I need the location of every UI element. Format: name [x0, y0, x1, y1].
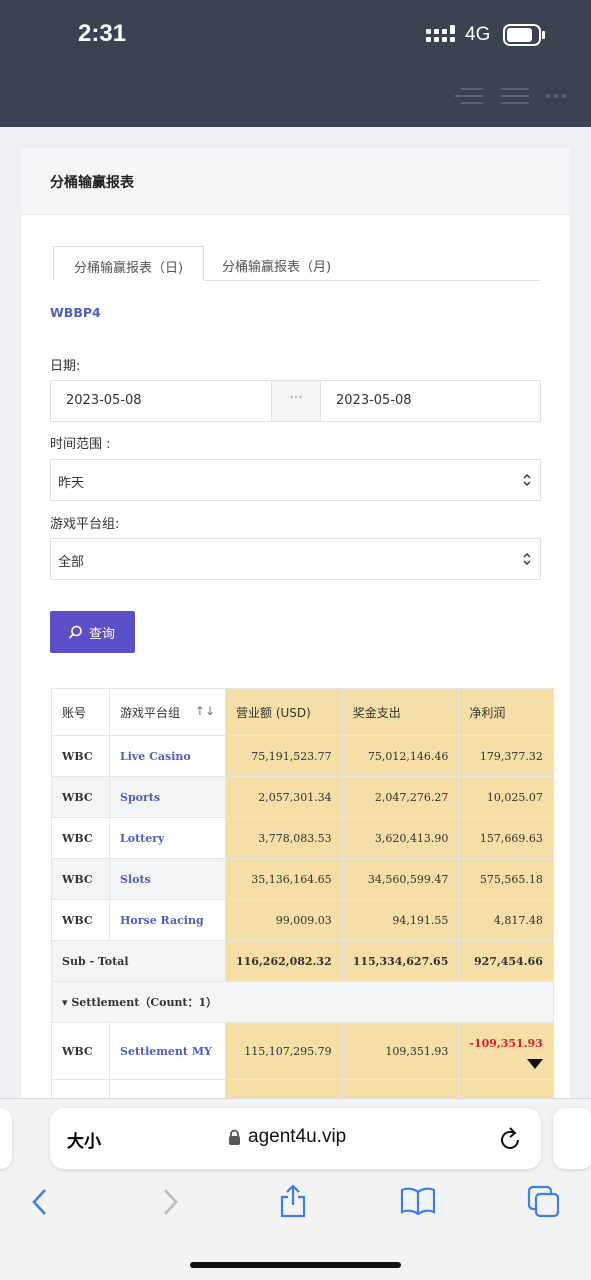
app-header: 2:31 4G [0, 0, 591, 127]
lock-icon [229, 1129, 240, 1145]
next-tab-card[interactable] [553, 1108, 591, 1169]
cell-turnover: 99,009.03 [225, 899, 343, 941]
battery-icon [503, 24, 545, 46]
status-time: 2:31 [78, 20, 127, 47]
query-button[interactable]: 查询 [50, 611, 135, 653]
cell-platform-link[interactable]: Settlement MY [109, 1022, 226, 1080]
menu-icon[interactable] [501, 86, 529, 106]
network-type: 4G [465, 24, 491, 45]
cell-turnover: 115,107,295.79 [225, 1022, 343, 1080]
col-profit: 净利润 [458, 688, 554, 736]
chevron-updown-icon [523, 474, 531, 486]
bookmarks-icon[interactable] [400, 1187, 436, 1215]
cell-profit-value: -109,351.93 [469, 1037, 543, 1050]
forward-icon[interactable] [160, 1187, 180, 1217]
query-button-label: 查询 [89, 627, 116, 642]
cell-payout: 2,047,276.27 [341, 776, 460, 818]
time-range-select[interactable]: 昨天 [50, 459, 541, 501]
table-row: WBC Lottery 3,778,083.53 3,620,413.90 15… [51, 817, 554, 859]
settlement-group-row[interactable]: ▾ Settlement（Count：1） [51, 981, 554, 1023]
subtotal-row: Sub - Total 116,262,082.32 115,334,627.6… [51, 940, 554, 982]
table-row: WBC Horse Racing 99,009.03 94,191.55 4,8… [51, 899, 554, 941]
date-to-input[interactable]: 2023-05-08 [336, 393, 412, 408]
report-table: 账号 游戏平台组 ↑↓ 营业额 (USD) 奖金支出 净利润 WBC Live C… [51, 688, 554, 1121]
address-bar[interactable]: 大小 agent4u.vip [50, 1108, 541, 1169]
col-platform[interactable]: 游戏平台组 ↑↓ [109, 688, 226, 736]
cell-platform-link[interactable]: Slots [109, 858, 226, 900]
cell-turnover: 3,778,083.53 [225, 817, 343, 859]
store-code: WBBP4 [50, 305, 101, 320]
indent-icon[interactable] [455, 86, 485, 106]
cell-payout: 109,351.93 [341, 1022, 460, 1080]
cell-payout: 3,620,413.90 [341, 817, 460, 859]
cell-turnover: 35,136,164.65 [225, 858, 343, 900]
search-icon [68, 625, 82, 639]
cell-platform-link[interactable]: Lottery [109, 817, 226, 859]
browser-toolbar: 大小 agent4u.vip [0, 1098, 591, 1280]
tab-daily[interactable]: 分桶输赢报表（日) [53, 246, 204, 281]
col-platform-label: 游戏平台组 [120, 705, 181, 720]
sort-icon[interactable]: ↑↓ [195, 704, 215, 718]
subtotal-turnover: 116,262,082.32 [225, 940, 343, 982]
cell-profit: 4,817.48 [458, 899, 554, 941]
cell-account: WBC [51, 735, 110, 777]
table-row: WBC Live Casino 75,191,523.77 75,012,146… [51, 735, 554, 777]
col-account: 账号 [51, 688, 110, 736]
signal-icon [426, 25, 455, 42]
more-icon[interactable] [545, 86, 567, 106]
cell-account: WBC [51, 1022, 110, 1080]
chevron-updown-icon [523, 553, 531, 565]
settlement-group-label[interactable]: ▾ Settlement（Count：1） [51, 981, 554, 1023]
cell-payout: 75,012,146.46 [341, 735, 460, 777]
subtotal-profit: 927,454.66 [458, 940, 554, 982]
col-turnover: 营业额 (USD) [225, 688, 343, 736]
table-row: WBC Settlement MY 115,107,295.79 109,351… [51, 1022, 554, 1080]
group-label: 游戏平台组: [50, 517, 120, 532]
cell-platform-link[interactable]: Horse Racing [109, 899, 226, 941]
cell-turnover: 2,057,301.34 [225, 776, 343, 818]
subtotal-label: Sub - Total [51, 940, 226, 982]
back-icon[interactable] [30, 1187, 50, 1217]
cell-account: WBC [51, 899, 110, 941]
report-card: 分桶输赢报表 分桶输赢报表（日) 分桶输赢报表（月) WBBP4 日期: 202… [21, 148, 570, 1148]
cell-platform-link[interactable]: Live Casino [109, 735, 226, 777]
cell-account: WBC [51, 776, 110, 818]
date-separator: ··· [271, 381, 321, 421]
prev-tab-card[interactable] [0, 1108, 12, 1169]
cell-platform-link[interactable]: Sports [109, 776, 226, 818]
col-payout: 奖金支出 [341, 688, 460, 736]
cell-profit: 575,565.18 [458, 858, 554, 900]
text-size-button[interactable]: 大小 [67, 1127, 101, 1152]
cell-profit: 157,669.63 [458, 817, 554, 859]
home-indicator [190, 1262, 401, 1268]
platform-group-select[interactable]: 全部 [50, 538, 541, 580]
subtotal-payout: 115,334,627.65 [341, 940, 460, 982]
caret-down-icon[interactable] [526, 1059, 543, 1069]
date-from-input[interactable]: 2023-05-08 [66, 393, 142, 408]
report-tabs: 分桶输赢报表（日) 分桶输赢报表（月) [53, 246, 541, 281]
table-row: WBC Slots 35,136,164.65 34,560,599.47 57… [51, 858, 554, 900]
cell-profit: 179,377.32 [458, 735, 554, 777]
cell-payout: 94,191.55 [341, 899, 460, 941]
page-title: 分桶输赢报表 [21, 148, 570, 215]
date-label: 日期: [50, 359, 81, 374]
range-label: 时间范围 : [50, 437, 111, 452]
reload-icon[interactable] [499, 1125, 523, 1151]
time-range-value: 昨天 [58, 476, 85, 491]
table-header-row: 账号 游戏平台组 ↑↓ 营业额 (USD) 奖金支出 净利润 [51, 688, 554, 736]
cell-account: WBC [51, 858, 110, 900]
tab-monthly[interactable]: 分桶输赢报表（月) [222, 246, 331, 281]
cell-account: WBC [51, 817, 110, 859]
share-icon[interactable] [278, 1183, 308, 1219]
date-range-picker[interactable]: 2023-05-08 ··· 2023-05-08 [50, 380, 541, 422]
cell-turnover: 75,191,523.77 [225, 735, 343, 777]
table-row: WBC Sports 2,057,301.34 2,047,276.27 10,… [51, 776, 554, 818]
cell-profit-negative: -109,351.93 [458, 1022, 554, 1080]
tabs-icon[interactable] [527, 1185, 561, 1219]
cell-payout: 34,560,599.47 [341, 858, 460, 900]
cell-profit: 10,025.07 [458, 776, 554, 818]
url-text[interactable]: agent4u.vip [248, 1126, 346, 1148]
platform-group-value: 全部 [58, 555, 85, 570]
